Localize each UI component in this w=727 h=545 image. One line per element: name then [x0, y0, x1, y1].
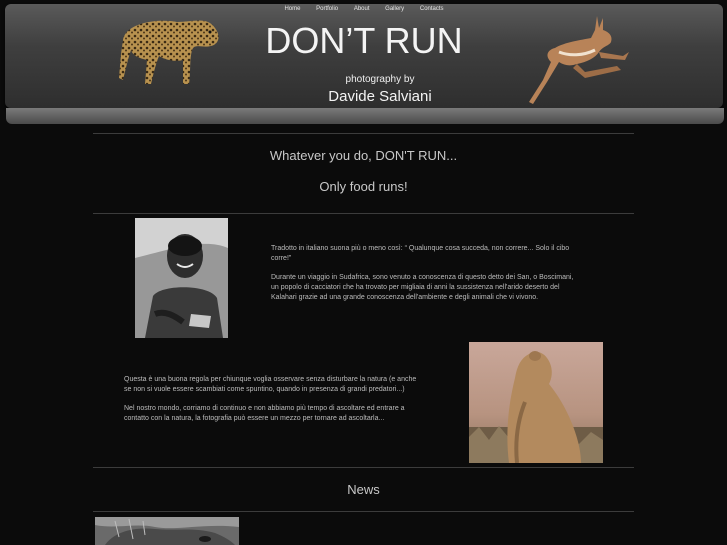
- divider: [93, 511, 634, 512]
- san-man-photo: [135, 218, 228, 338]
- nav-contacts[interactable]: Contacts: [420, 6, 444, 12]
- intro-line-2: Only food runs!: [319, 179, 408, 194]
- nav-about[interactable]: About: [354, 6, 370, 12]
- gazelle-image: [529, 16, 629, 104]
- header-bar: [6, 108, 724, 124]
- section2-text: Questa è una buona regola per chiunque v…: [124, 375, 424, 433]
- divider: [93, 467, 634, 468]
- section2-paragraph-2: Nel nostro mondo, corriamo di continuo e…: [124, 405, 405, 422]
- site-subtitle: photography by: [345, 74, 415, 85]
- site-author: Davide Salviani: [328, 88, 432, 105]
- nav-home[interactable]: Home: [284, 6, 300, 12]
- intro-line-1: Whatever you do, DON'T RUN...: [269, 148, 458, 163]
- section2-paragraph-1: Questa è una buona regola per chiunque v…: [124, 376, 417, 393]
- lioness-photo: [469, 342, 603, 463]
- nav-gallery[interactable]: Gallery: [385, 6, 404, 12]
- divider: [93, 133, 634, 134]
- nav-portfolio[interactable]: Portfolio: [316, 6, 338, 12]
- news-lion-photo[interactable]: [95, 517, 239, 545]
- site-header: Home Portfolio About Gallery Contacts DO…: [5, 4, 723, 108]
- section1-text: Tradotto in italiano suona più o meno co…: [271, 244, 576, 312]
- section1-paragraph-2: Durante un viaggio in Sudafrica, sono ve…: [271, 274, 574, 301]
- divider: [93, 213, 634, 214]
- news-heading: News: [347, 482, 380, 497]
- section1-paragraph-1: Tradotto in italiano suona più o meno co…: [271, 245, 570, 262]
